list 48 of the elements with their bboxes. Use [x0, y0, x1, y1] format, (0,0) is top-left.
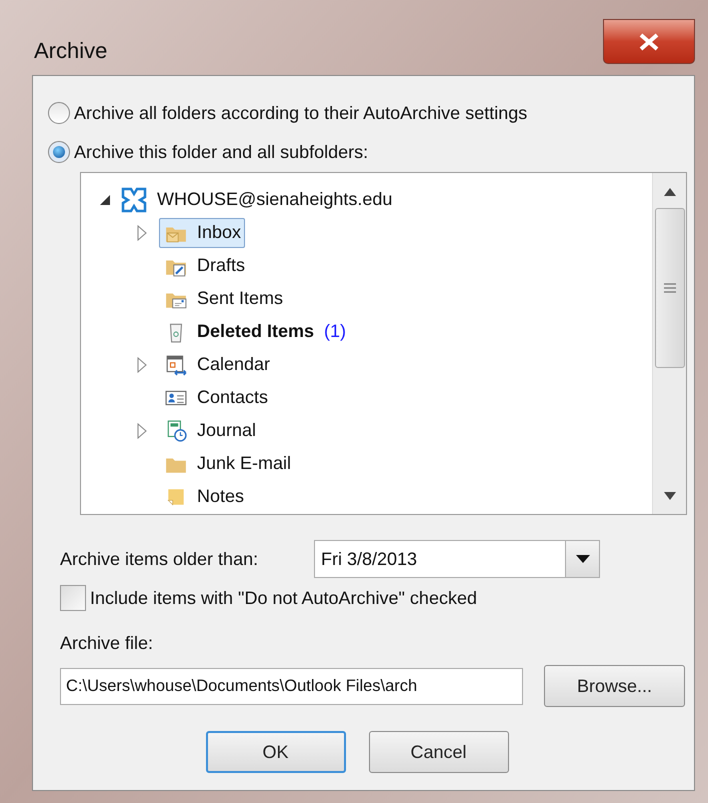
dialog-button[interactable]: OK: [206, 731, 346, 773]
field-label: Archive file:: [60, 632, 154, 655]
folder-item[interactable]: Deleted Items (1): [159, 316, 350, 346]
date-value: Fri 3/8/2013: [320, 548, 418, 570]
radio-label: Archive this folder and all subfolders:: [74, 140, 368, 164]
scrollbar[interactable]: [652, 173, 686, 514]
dialog-button[interactable]: Cancel: [368, 731, 508, 773]
folder-label: Deleted Items: [197, 320, 314, 343]
folder-item[interactable]: Drafts: [159, 250, 250, 280]
close-button[interactable]: [603, 19, 695, 64]
folder-item[interactable]: Notes: [159, 482, 248, 512]
radio-button[interactable]: [48, 141, 70, 163]
account-label[interactable]: WHOUSE@sienaheights.edu: [157, 186, 392, 213]
browse-button[interactable]: Browse...: [544, 665, 685, 707]
field-label: Archive items older than:: [60, 548, 260, 570]
folder-item[interactable]: Journal: [159, 416, 260, 446]
collapse-arrow-icon[interactable]: [99, 194, 111, 206]
checkbox-label: Include items with "Do not AutoArchive" checked: [90, 586, 477, 610]
file-path-field[interactable]: C:\Users\whouse\Documents\Outlook Files\arch: [60, 668, 523, 704]
grip-icon: [664, 283, 676, 293]
expand-arrow-icon[interactable]: [137, 356, 147, 372]
expand-arrow-icon[interactable]: [137, 224, 147, 240]
folder-item[interactable]: Junk E-mail: [159, 448, 296, 478]
folder-label: Notes: [197, 485, 244, 508]
scroll-thumb[interactable]: [654, 208, 684, 368]
checkbox[interactable]: [60, 585, 86, 611]
folder-label: Junk E-mail: [197, 452, 292, 475]
scroll-up-icon[interactable]: [664, 188, 676, 196]
scroll-down-icon[interactable]: [664, 492, 676, 500]
dropdown-icon: [576, 555, 590, 563]
folder-label: Journal: [197, 419, 256, 442]
expand-arrow-icon[interactable]: [137, 422, 147, 438]
folder-label: Sent Items: [197, 287, 284, 310]
folder-item[interactable]: Contacts: [159, 382, 272, 412]
close-icon: [638, 32, 660, 50]
folder-item[interactable]: Calendar: [159, 350, 274, 380]
window-title: Archive: [34, 37, 108, 65]
radio-button[interactable]: [48, 102, 70, 124]
unread-count: (1): [324, 320, 346, 343]
account-icon: [121, 186, 147, 212]
folder-label: Contacts: [197, 386, 268, 409]
folder-label: Drafts: [197, 254, 246, 277]
folder-label: Inbox: [197, 221, 242, 244]
folder-label: Calendar: [197, 353, 270, 376]
folder-item[interactable]: Inbox: [159, 218, 246, 248]
date-dropdown[interactable]: Fri 3/8/2013: [314, 540, 600, 578]
radio-label: Archive all folders according to their AutoArchive settings: [74, 102, 528, 125]
folder-item[interactable]: Sent Items: [159, 284, 288, 314]
